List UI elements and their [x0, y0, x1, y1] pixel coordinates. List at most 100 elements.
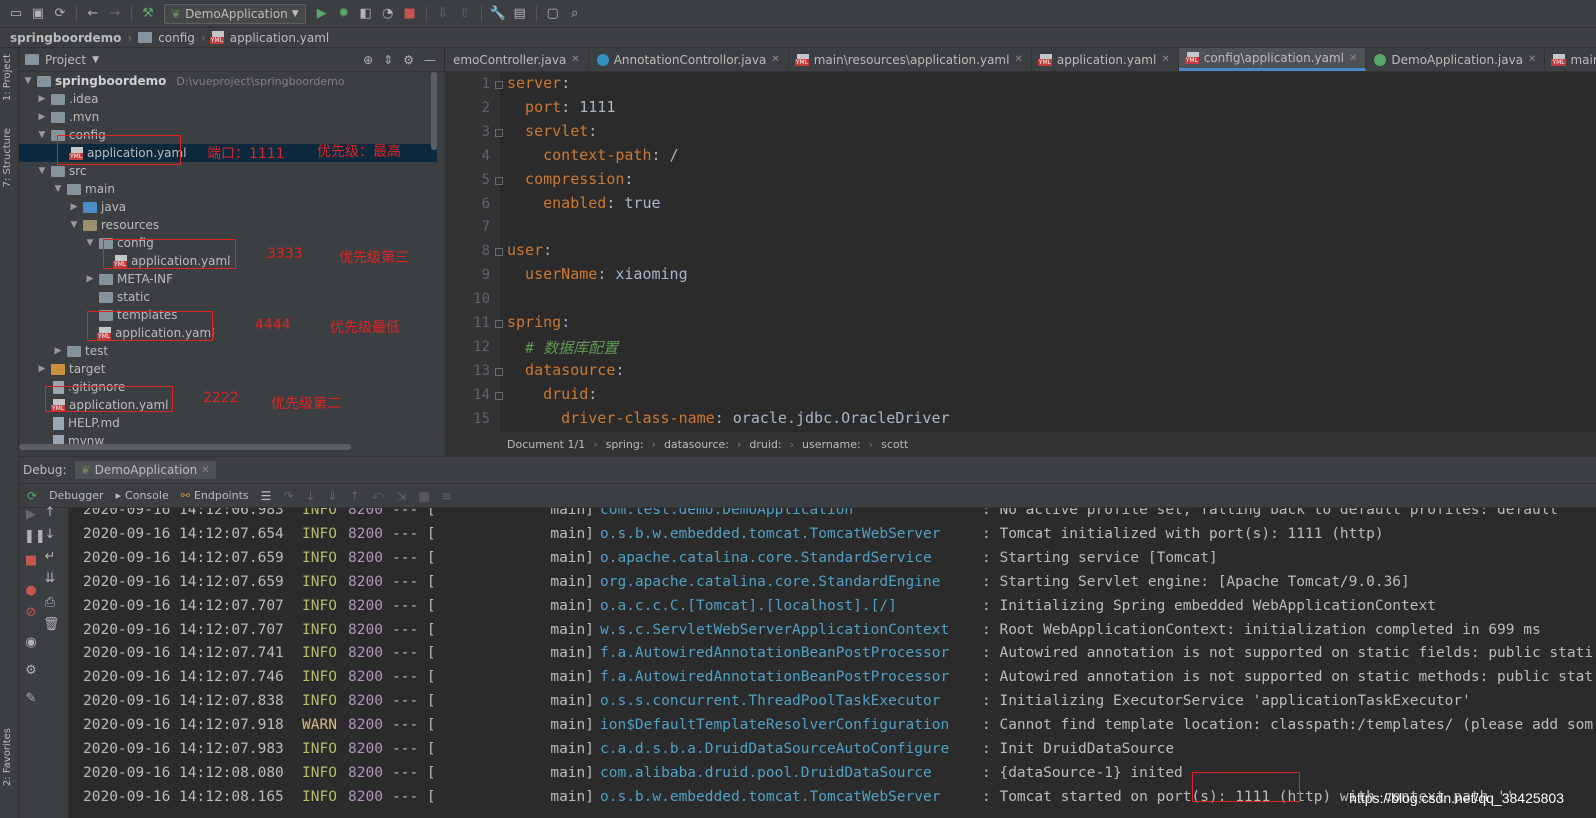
fold-marker-icon[interactable]: [495, 320, 503, 328]
tree-horizontal-scrollbar[interactable]: [19, 444, 351, 450]
chevron-right-icon[interactable]: ▶: [85, 274, 95, 284]
tab-demo-application[interactable]: DemoApplication.java ✕: [1366, 48, 1546, 71]
chevron-right-icon[interactable]: ▶: [69, 202, 79, 212]
collapse-all-icon[interactable]: ⇕: [383, 53, 393, 67]
fold-marker-icon[interactable]: [495, 176, 503, 185]
fold-marker-icon[interactable]: [495, 391, 503, 400]
soft-wrap-icon[interactable]: ↵: [43, 550, 57, 564]
gear-icon[interactable]: ⚙: [403, 53, 414, 67]
tree-item-idea[interactable]: ▶ .idea: [37, 90, 99, 108]
project-view-select[interactable]: Project: [45, 53, 86, 67]
close-icon[interactable]: ✕: [1349, 53, 1357, 64]
vcs-update-icon[interactable]: ⇩: [433, 4, 453, 24]
debug-session-tab[interactable]: ❦ DemoApplication ✕: [74, 461, 216, 479]
chevron-right-icon[interactable]: ▶: [37, 94, 47, 104]
evaluate-icon[interactable]: ▦: [419, 489, 430, 503]
stop-icon[interactable]: ■: [24, 554, 38, 568]
breadcrumb-project[interactable]: springboordemo: [10, 31, 121, 45]
forward-icon[interactable]: →: [105, 4, 125, 24]
drop-frame-icon[interactable]: ⤺: [372, 488, 385, 503]
locate-crosshair-icon[interactable]: ⊕: [363, 53, 373, 67]
chevron-down-icon[interactable]: ▼: [37, 130, 47, 140]
chevron-right-icon[interactable]: ▶: [53, 346, 63, 356]
tree-item-java[interactable]: ▶ java: [69, 198, 127, 216]
step-out-icon[interactable]: ↑: [350, 489, 360, 503]
tab-debugger[interactable]: Debugger: [49, 489, 103, 502]
breadcrumb-datasource[interactable]: datasource:: [664, 438, 729, 451]
clear-trash-icon[interactable]: 🗑: [43, 618, 60, 632]
hide-panel-icon[interactable]: —: [424, 53, 436, 67]
fold-marker-icon[interactable]: [495, 248, 503, 257]
chevron-down-icon[interactable]: ▼: [69, 220, 79, 230]
build-hammer-icon[interactable]: ⚒: [138, 4, 158, 24]
step-over-icon[interactable]: ↷: [283, 489, 293, 503]
tab-main-resources-yaml[interactable]: main\resources\application.yaml ✕: [789, 48, 1032, 71]
breadcrumb-value[interactable]: scott: [881, 438, 908, 451]
structure-tool-button[interactable]: 7: Structure: [2, 128, 13, 187]
breadcrumb-folder[interactable]: config: [158, 31, 195, 45]
pin-icon[interactable]: ✎: [24, 692, 38, 706]
rerun-icon[interactable]: ⟳: [27, 489, 37, 503]
close-icon[interactable]: ✕: [1161, 54, 1169, 65]
step-into-icon[interactable]: ↓: [305, 489, 315, 503]
tree-item-root[interactable]: ▼ springboordemo D:\vueproject\springboo…: [23, 72, 345, 90]
view-breakpoints-icon[interactable]: ●: [24, 584, 38, 598]
mute-breakpoints-icon[interactable]: ⊘: [24, 606, 38, 620]
tab-emo-controller[interactable]: emoController.java ✕: [445, 48, 589, 71]
resume-icon[interactable]: ▶: [24, 508, 38, 522]
settings-wrench-icon[interactable]: 🔧: [488, 4, 508, 24]
project-structure-icon[interactable]: ▤: [510, 4, 530, 24]
run-to-cursor-icon[interactable]: ⇲: [396, 489, 406, 503]
tab-application-yaml[interactable]: application.yaml ✕: [1032, 48, 1179, 71]
pause-icon[interactable]: ❚❚: [24, 530, 46, 544]
trace-icon[interactable]: ≡: [442, 489, 452, 503]
scroll-up-icon[interactable]: ↑: [43, 506, 57, 520]
breadcrumb-document[interactable]: Document 1/1: [507, 438, 585, 451]
chevron-down-icon[interactable]: ▼: [85, 238, 95, 248]
open-folder-icon[interactable]: ▭: [6, 4, 26, 24]
chevron-right-icon[interactable]: ▶: [37, 112, 47, 122]
scroll-to-end-icon[interactable]: ⇊: [43, 572, 57, 586]
chevron-down-icon[interactable]: ▼: [53, 184, 63, 194]
tree-item-mvn[interactable]: ▶ .mvn: [37, 108, 100, 126]
breadcrumb-spring[interactable]: spring:: [606, 438, 644, 451]
close-icon[interactable]: ✕: [771, 54, 779, 65]
tree-item-main[interactable]: ▼ main: [53, 180, 115, 198]
code-editor[interactable]: 1 2 3 4 5 6 7 8 9 10 11 12 13 14 15 server: port: 1111…: [445, 72, 1596, 432]
tree-item-test[interactable]: ▶ test: [53, 342, 109, 360]
print-icon[interactable]: ⎙: [43, 596, 57, 610]
favorites-tool-button[interactable]: 2: Favorites: [2, 728, 13, 786]
run-configuration-select[interactable]: ❦ DemoApplication ▼: [164, 3, 306, 24]
close-icon[interactable]: ✕: [201, 465, 209, 476]
tree-item-target[interactable]: ▶ target: [37, 360, 106, 378]
breadcrumb-username[interactable]: username:: [802, 438, 861, 451]
close-icon[interactable]: ✕: [571, 54, 579, 65]
console-output[interactable]: 2020-09-16 14:12:06.983 INFO 8200 --- [main…: [69, 508, 1596, 818]
coverage-icon[interactable]: ◧: [356, 4, 376, 24]
save-all-icon[interactable]: ▣: [28, 4, 48, 24]
tree-item-meta-inf[interactable]: ▶ META-INF: [85, 270, 174, 288]
tree-vertical-scrollbar[interactable]: [431, 72, 437, 150]
close-icon[interactable]: ✕: [1014, 54, 1022, 65]
tree-item-help[interactable]: HELP.md: [53, 414, 120, 432]
chevron-down-icon[interactable]: ▼: [37, 166, 47, 176]
chevron-down-icon[interactable]: ▼: [92, 55, 99, 65]
tab-endpoints[interactable]: ⚯ Endpoints: [181, 489, 249, 502]
breadcrumb-druid[interactable]: druid:: [749, 438, 781, 451]
fold-marker-icon[interactable]: [495, 367, 503, 376]
gear-icon[interactable]: ⚙: [24, 664, 38, 678]
run-icon[interactable]: ▶: [312, 4, 332, 24]
tree-item-static[interactable]: static: [99, 288, 150, 306]
project-tool-button[interactable]: 1: Project: [2, 54, 13, 101]
back-icon[interactable]: ←: [83, 4, 103, 24]
tree-item-resources[interactable]: ▼ resources: [69, 216, 160, 234]
profile-icon[interactable]: ◔: [378, 4, 398, 24]
sync-icon[interactable]: ⟳: [50, 4, 70, 24]
camera-icon[interactable]: ◉: [24, 636, 38, 650]
stop-icon[interactable]: ■: [400, 4, 420, 24]
debug-bug-icon[interactable]: ✹: [334, 4, 354, 24]
layout-menu-icon[interactable]: ☰: [261, 489, 272, 503]
tab-annotation-controllor[interactable]: AnnotationControllor.java ✕: [589, 48, 789, 71]
breadcrumb-file[interactable]: application.yaml: [230, 31, 330, 45]
terminal-icon[interactable]: ▢: [543, 4, 563, 24]
